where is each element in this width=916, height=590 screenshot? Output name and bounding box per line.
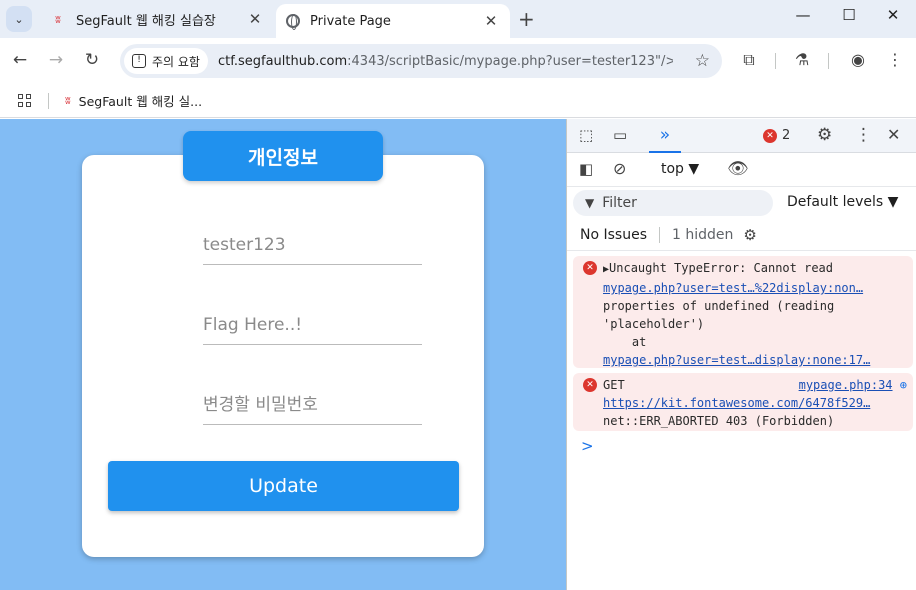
settings-gear-icon[interactable]: ⚙ bbox=[817, 125, 832, 145]
console-prompt[interactable]: > bbox=[581, 437, 594, 455]
update-button[interactable]: Update bbox=[108, 461, 459, 511]
bookmark-segfault[interactable]: ʬ SegFault 웹 해킹 실... bbox=[65, 91, 202, 110]
tab-segfault[interactable]: ʬ SegFault 웹 해킹 실습장 ✕ bbox=[40, 0, 274, 38]
context-selector[interactable]: top ▼ bbox=[661, 161, 699, 177]
settings-gear-icon[interactable]: ⚙ bbox=[743, 226, 756, 244]
error-icon: ✕ bbox=[583, 261, 597, 275]
tab-title: Private Page bbox=[310, 13, 391, 29]
devtools-panel: ⬚ ▭ » ✕ 2 ⚙ ⋮ ✕ ◧ ⊘ top ▼ 👁 ▼ Filter Def… bbox=[566, 119, 916, 590]
filter-funnel-icon: ▼ bbox=[585, 196, 595, 210]
apps-grid-icon[interactable] bbox=[18, 93, 32, 108]
labs-flask-icon[interactable]: ⚗ bbox=[791, 50, 813, 69]
tab-strip: ⌄ ʬ SegFault 웹 해킹 실습장 ✕ Private Page ✕ +… bbox=[0, 0, 916, 38]
source-link[interactable]: mypage.php?user=test…display:none:17… bbox=[603, 351, 907, 369]
filter-placeholder: Filter bbox=[602, 195, 637, 211]
reload-icon[interactable]: ↻ bbox=[80, 50, 104, 70]
window-close-icon[interactable]: ✕ bbox=[870, 6, 916, 24]
extensions-icon[interactable]: ⧉ bbox=[738, 50, 760, 70]
tab-search-button[interactable]: ⌄ bbox=[6, 6, 32, 32]
network-request-icon[interactable]: ⊕ bbox=[900, 378, 907, 392]
security-chip-label: 주의 요함 bbox=[152, 54, 200, 69]
console-network-error[interactable]: ✕ GET mypage.php:34 ⊕ https://kit.fontaw… bbox=[573, 373, 913, 431]
log-levels-dropdown[interactable]: Default levels ▼ bbox=[787, 194, 898, 210]
address-bar[interactable]: ! 주의 요함 ctf.segfaulthub.com:4343/scriptB… bbox=[120, 44, 722, 78]
error-status: net::ERR_ABORTED 403 (Forbidden) bbox=[603, 414, 835, 428]
issues-divider bbox=[659, 226, 660, 243]
bookmark-label: SegFault 웹 해킹 실... bbox=[78, 94, 203, 109]
filter-input[interactable]: ▼ Filter bbox=[573, 190, 773, 216]
request-method: GET bbox=[603, 378, 625, 392]
clear-console-icon[interactable]: ⊘ bbox=[613, 159, 626, 178]
issues-row: No Issues 1 hidden ⚙ bbox=[567, 219, 916, 251]
error-icon: ✕ bbox=[763, 128, 777, 143]
page-viewport: 개인정보 Update bbox=[0, 119, 566, 590]
sidebar-toggle-icon[interactable]: ◧ bbox=[579, 160, 593, 178]
no-issues-label: No Issues bbox=[580, 226, 647, 243]
warning-icon: ! bbox=[132, 54, 146, 68]
minimize-icon[interactable]: — bbox=[780, 6, 826, 24]
flag-input[interactable] bbox=[203, 305, 422, 345]
source-link[interactable]: mypage.php:34 bbox=[799, 378, 893, 392]
eye-icon[interactable]: 👁 bbox=[727, 159, 749, 179]
toolbar-divider bbox=[828, 53, 829, 69]
devtools-top-bar: ⬚ ▭ » ✕ 2 ⚙ ⋮ ✕ bbox=[567, 119, 916, 153]
tab-private-page[interactable]: Private Page ✕ bbox=[276, 4, 510, 38]
tab-title: SegFault 웹 해킹 실습장 bbox=[76, 13, 216, 29]
url-text[interactable]: ctf.segfaulthub.com:4343/scriptBasic/myp… bbox=[218, 54, 673, 69]
bookmark-divider bbox=[48, 92, 49, 109]
resource-link[interactable]: https://kit.fontawesome.com/6478f529… bbox=[603, 394, 907, 412]
close-icon[interactable]: ✕ bbox=[246, 10, 264, 28]
inspect-element-icon[interactable]: ⬚ bbox=[579, 126, 593, 144]
toolbar-divider bbox=[775, 53, 776, 69]
source-link[interactable]: mypage.php?user=test…%22display:non… bbox=[603, 279, 907, 297]
console-error-message[interactable]: ✕ ▶Uncaught TypeError: Cannot read mypag… bbox=[573, 256, 913, 368]
error-icon: ✕ bbox=[583, 378, 597, 392]
console-toolbar: ◧ ⊘ top ▼ 👁 bbox=[567, 153, 916, 187]
segfault-favicon-icon: ʬ bbox=[65, 94, 71, 107]
globe-icon bbox=[286, 14, 300, 30]
security-chip[interactable]: ! 주의 요함 bbox=[124, 48, 208, 74]
more-tabs-icon[interactable]: » bbox=[649, 119, 681, 153]
device-toggle-icon[interactable]: ▭ bbox=[613, 126, 627, 144]
hidden-count[interactable]: 1 hidden bbox=[672, 227, 733, 243]
card-title: 개인정보 bbox=[183, 131, 383, 181]
chevron-down-icon: ⌄ bbox=[14, 12, 24, 26]
forward-arrow-icon[interactable]: → bbox=[44, 50, 68, 70]
error-count: 2 bbox=[782, 128, 791, 143]
bookmark-star-icon[interactable]: ☆ bbox=[695, 51, 710, 71]
maximize-icon[interactable]: ☐ bbox=[826, 6, 872, 24]
segfault-favicon-icon: ʬ bbox=[55, 12, 61, 26]
user-id-input[interactable] bbox=[203, 225, 422, 265]
new-tab-icon[interactable]: + bbox=[518, 7, 535, 31]
menu-dots-icon[interactable]: ⋮ bbox=[884, 50, 906, 69]
browser-toolbar: ← → ↻ ! 주의 요함 ctf.segfaulthub.com:4343/s… bbox=[0, 38, 916, 84]
profile-icon[interactable]: ◉ bbox=[847, 50, 869, 69]
back-arrow-icon[interactable]: ← bbox=[8, 50, 32, 70]
filter-row: ▼ Filter Default levels ▼ bbox=[567, 187, 916, 219]
close-icon[interactable]: ✕ bbox=[482, 12, 500, 30]
menu-dots-icon[interactable]: ⋮ bbox=[855, 125, 872, 145]
close-devtools-icon[interactable]: ✕ bbox=[887, 125, 900, 144]
error-count-badge[interactable]: ✕ 2 bbox=[763, 128, 790, 143]
new-password-input[interactable] bbox=[203, 385, 422, 425]
bookmarks-bar: ʬ SegFault 웹 해킹 실... bbox=[0, 84, 916, 118]
